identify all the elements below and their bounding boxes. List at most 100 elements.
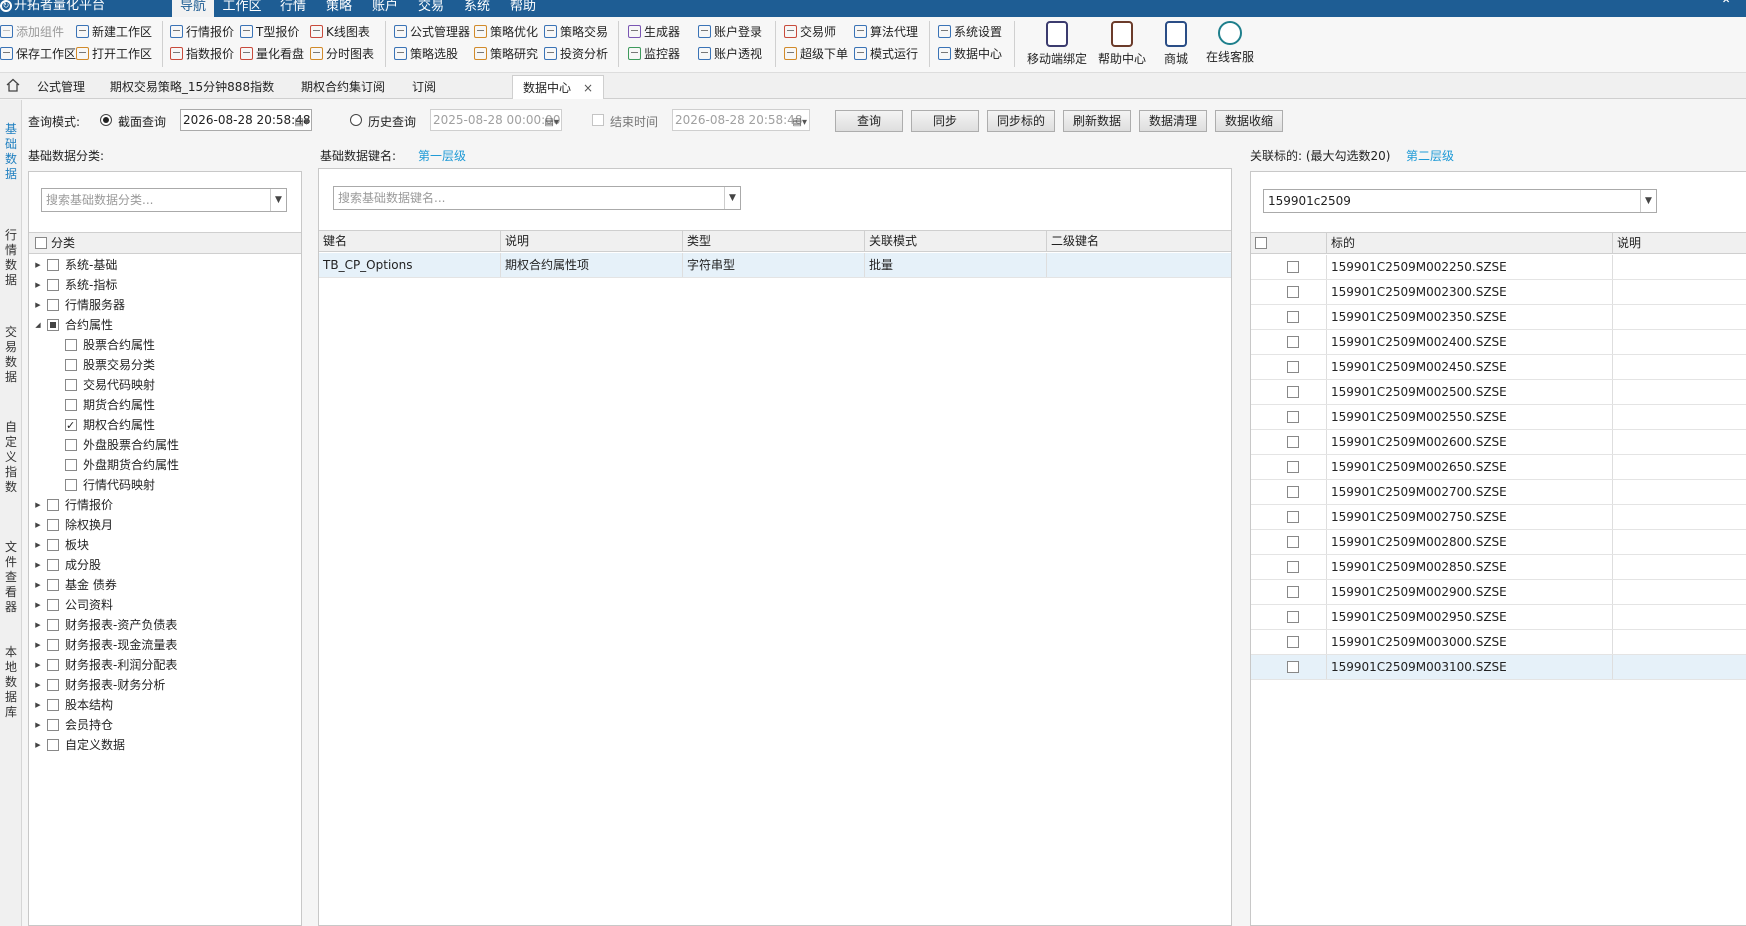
row-checkbox[interactable]: [1287, 261, 1299, 273]
expand-arrow-icon[interactable]: ▶: [33, 696, 43, 714]
tree-checkbox[interactable]: [47, 259, 59, 271]
expand-arrow-icon[interactable]: ▶: [33, 596, 43, 614]
tree-checkbox[interactable]: [65, 479, 77, 491]
sync-button[interactable]: 同步: [911, 110, 979, 132]
mode-run-button[interactable]: 模式运行: [854, 43, 918, 63]
tree-item[interactable]: 外盘股票合约属性: [29, 436, 299, 454]
expand-arrow-icon[interactable]: ▶: [33, 616, 43, 634]
mobile-bind-button[interactable]: 移动端绑定: [1026, 21, 1088, 69]
row-checkbox[interactable]: [1287, 336, 1299, 348]
tree-item[interactable]: 交易代码映射: [29, 376, 299, 394]
expand-arrow-icon[interactable]: ▶: [33, 636, 43, 654]
col-key-name[interactable]: 键名: [319, 231, 501, 252]
account-view-button[interactable]: 账户透视: [698, 43, 762, 63]
table-row[interactable]: 159901C2509M002300.SZSE: [1251, 280, 1746, 305]
rail-trade-data[interactable]: 交易数据: [4, 325, 18, 385]
history-end-datetime[interactable]: 2026-08-28 20:58:48 ▤▾: [672, 109, 810, 131]
row-checkbox[interactable]: [1287, 386, 1299, 398]
col-target-description[interactable]: 说明: [1613, 233, 1746, 254]
history-radio[interactable]: [350, 114, 362, 126]
menu-account[interactable]: 账户: [366, 0, 404, 17]
tree-item[interactable]: 行情代码映射: [29, 476, 299, 494]
tree-checkbox[interactable]: [47, 739, 59, 751]
tree-item[interactable]: ▶ 自定义数据: [29, 736, 299, 754]
algo-agent-button[interactable]: 算法代理: [854, 21, 918, 41]
expand-arrow-icon[interactable]: ▶: [33, 496, 43, 514]
intraday-chart-button[interactable]: 分时图表: [310, 43, 374, 63]
table-row[interactable]: 159901C2509M003100.SZSE: [1251, 655, 1746, 680]
home-icon[interactable]: [6, 78, 20, 92]
expand-arrow-icon[interactable]: ▶: [33, 676, 43, 694]
tree-checkbox[interactable]: [47, 499, 59, 511]
chevron-down-icon[interactable]: ▼: [724, 187, 740, 209]
expand-arrow-icon[interactable]: ▶: [33, 576, 43, 594]
row-checkbox[interactable]: [1287, 636, 1299, 648]
col-relation-mode[interactable]: 关联模式: [865, 231, 1047, 252]
calendar-icon[interactable]: ▤▾: [295, 113, 309, 133]
tree-item[interactable]: 外盘期货合约属性: [29, 456, 299, 474]
row-checkbox[interactable]: [1287, 461, 1299, 473]
select-all-targets-checkbox[interactable]: [1255, 237, 1267, 249]
row-checkbox[interactable]: [1287, 536, 1299, 548]
table-row[interactable]: 159901C2509M002850.SZSE: [1251, 555, 1746, 580]
row-checkbox[interactable]: [1287, 361, 1299, 373]
formula-manager-button[interactable]: 公式管理器: [394, 21, 470, 41]
snapshot-radio[interactable]: [100, 114, 112, 126]
tree-checkbox[interactable]: [65, 359, 77, 371]
open-workspace-button[interactable]: 打开工作区: [76, 43, 152, 63]
tree-item[interactable]: ▶ 财务报表-利润分配表: [29, 656, 299, 674]
table-row[interactable]: 159901C2509M002450.SZSE: [1251, 355, 1746, 380]
expand-arrow-icon[interactable]: ▶: [33, 736, 43, 754]
data-center-button[interactable]: 数据中心: [938, 43, 1002, 63]
table-row[interactable]: 159901C2509M002800.SZSE: [1251, 530, 1746, 555]
tree-item[interactable]: ▶ 系统-基础: [29, 256, 299, 274]
add-widget-button[interactable]: 添加组件: [0, 21, 64, 41]
tree-item[interactable]: ▶ 财务报表-资产负债表: [29, 616, 299, 634]
tree-item[interactable]: ◢ 合约属性: [29, 316, 299, 334]
tree-item[interactable]: ▶ 会员持仓: [29, 716, 299, 734]
chevron-down-icon[interactable]: ▼: [270, 189, 286, 211]
row-checkbox[interactable]: [1287, 411, 1299, 423]
table-row[interactable]: 159901C2509M002950.SZSE: [1251, 605, 1746, 630]
tree-checkbox[interactable]: [47, 719, 59, 731]
tree-item[interactable]: ▶ 板块: [29, 536, 299, 554]
tree-checkbox[interactable]: [47, 539, 59, 551]
tree-checkbox[interactable]: [47, 559, 59, 571]
expand-arrow-icon[interactable]: ▶: [33, 516, 43, 534]
tree-item[interactable]: ▶ 财务报表-现金流量表: [29, 636, 299, 654]
table-row[interactable]: 159901C2509M002550.SZSE: [1251, 405, 1746, 430]
strategy-research-button[interactable]: 策略研究: [474, 43, 538, 63]
refresh-data-button[interactable]: 刷新数据: [1063, 110, 1131, 132]
row-checkbox[interactable]: [1287, 611, 1299, 623]
expand-arrow-icon[interactable]: ▶: [33, 536, 43, 554]
index-quote-button[interactable]: 指数报价: [170, 43, 234, 63]
menu-nav[interactable]: 导航: [172, 0, 214, 17]
monitor-button[interactable]: 监控器: [628, 43, 680, 63]
generator-button[interactable]: 生成器: [628, 21, 680, 41]
tree-item[interactable]: 股票合约属性: [29, 336, 299, 354]
collapse-arrow-icon[interactable]: ◢: [33, 316, 43, 334]
table-row[interactable]: 159901C2509M002650.SZSE: [1251, 455, 1746, 480]
menu-help[interactable]: 帮助: [504, 0, 542, 17]
col-secondary-key[interactable]: 二级键名: [1047, 231, 1231, 252]
end-time-checkbox[interactable]: [592, 114, 604, 126]
account-login-button[interactable]: 账户登录: [698, 21, 762, 41]
row-checkbox[interactable]: [1287, 586, 1299, 598]
history-start-datetime[interactable]: 2025-08-28 00:00:00 ▤▾: [430, 109, 562, 131]
tab-option-strategy[interactable]: 期权交易策略_15分钟888指数: [106, 75, 278, 99]
row-checkbox[interactable]: [1287, 561, 1299, 573]
new-workspace-button[interactable]: 新建工作区: [76, 21, 152, 41]
expand-arrow-icon[interactable]: ▶: [33, 556, 43, 574]
calendar-icon[interactable]: ▤▾: [545, 113, 559, 133]
tree-checkbox[interactable]: [47, 659, 59, 671]
table-row[interactable]: 159901C2509M002500.SZSE: [1251, 380, 1746, 405]
row-checkbox[interactable]: [1287, 311, 1299, 323]
strategy-stock-pick-button[interactable]: 策略选股: [394, 43, 458, 63]
tree-checkbox[interactable]: [65, 439, 77, 451]
expand-arrow-icon[interactable]: ▶: [33, 656, 43, 674]
tree-checkbox[interactable]: [47, 639, 59, 651]
rail-file-viewer[interactable]: 文件查看器: [4, 540, 18, 615]
col-target[interactable]: 标的: [1327, 233, 1613, 254]
tree-item[interactable]: ▶ 成分股: [29, 556, 299, 574]
tree-item[interactable]: ▶ 基金 债券: [29, 576, 299, 594]
